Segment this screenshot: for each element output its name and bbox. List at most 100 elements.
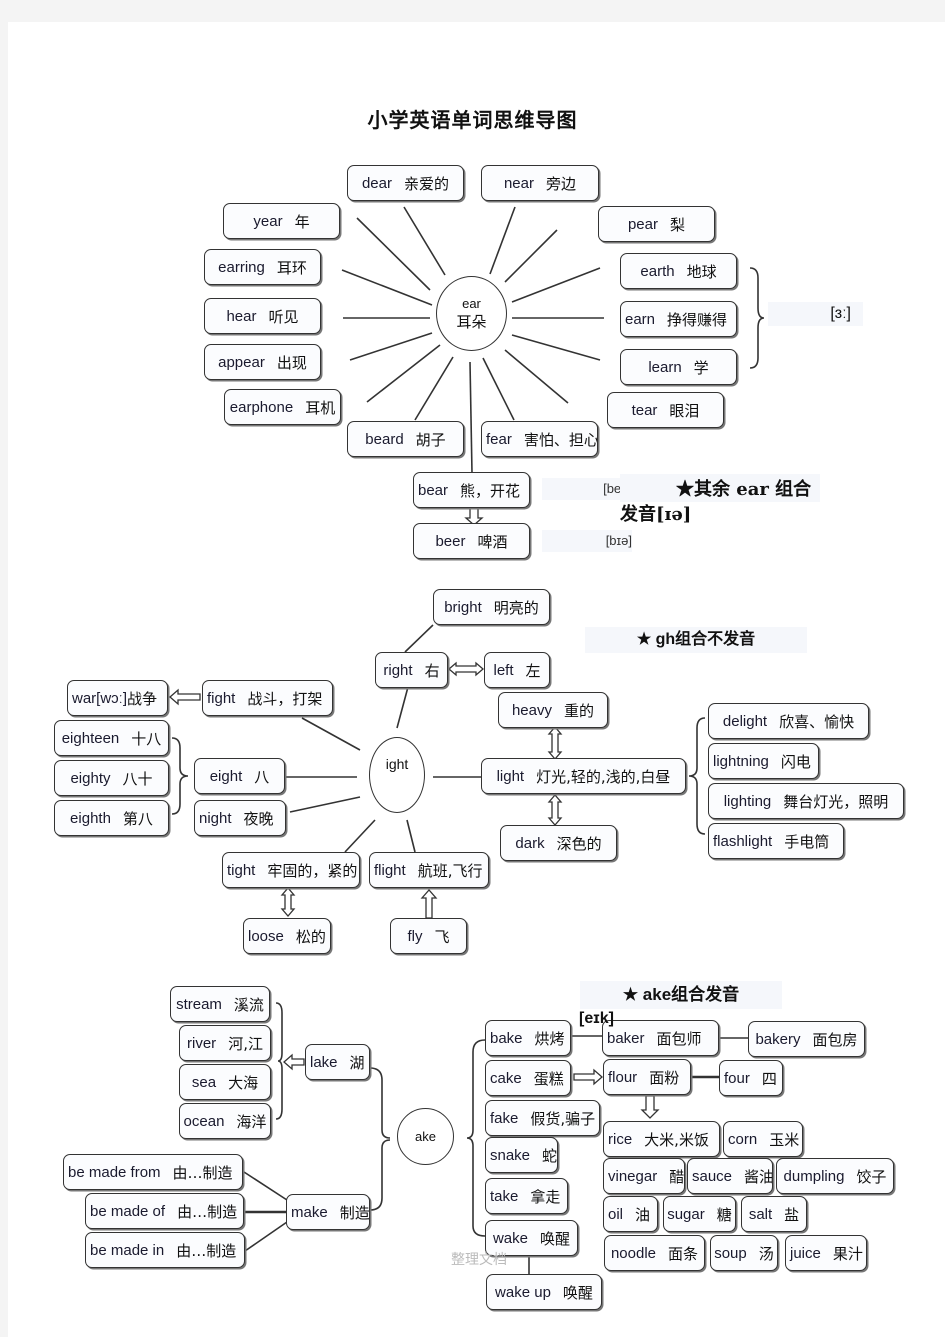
word-english: year [253, 212, 283, 230]
center-node-ake: ake [397, 1108, 454, 1165]
connector-line [504, 229, 558, 283]
word-node-earphone: earphone 耳机 [224, 389, 341, 425]
connector-line [356, 217, 431, 291]
word-node-stream: stream 溪流 [170, 986, 270, 1022]
word-chinese: 蛋糕 [533, 1069, 564, 1088]
word-english: juice [790, 1244, 821, 1262]
word-node-light: light 灯光,轻的,浅的,白昼 [481, 758, 686, 794]
word-english: right [383, 661, 413, 679]
phonetic-er: [ɜː] [830, 305, 851, 322]
word-node-earring: earring 耳环 [204, 249, 321, 285]
word-english: dear [361, 174, 392, 192]
word-chinese: 深色的 [556, 834, 602, 853]
phonetic-bear: [beə] [542, 478, 632, 500]
word-english: tear [631, 401, 658, 419]
word-chinese: 八十 [122, 769, 153, 788]
word-chinese: 醋 [669, 1167, 685, 1186]
arrow-right-icon [573, 1068, 603, 1086]
word-node-fly: fly 飞 [390, 918, 467, 954]
word-english: be made of [90, 1202, 166, 1220]
word-node-heavy: heavy 重的 [498, 692, 608, 728]
word-chinese: 唤醒 [562, 1283, 593, 1302]
word-node-dear: dear 亲爱的 [347, 165, 464, 201]
word-chinese: 航班,飞行 [417, 861, 483, 880]
word-node-lightning: lightning 闪电 [708, 743, 819, 779]
word-node-hear: hear 听见 [204, 298, 321, 334]
connector-line [289, 796, 361, 813]
word-node-eighteen: eighteen 十八 [54, 720, 169, 756]
word-chinese: 明亮的 [493, 598, 539, 617]
word-english: take [490, 1187, 519, 1205]
word-english: sauce [692, 1167, 733, 1185]
word-english: loose [248, 927, 284, 945]
connector-line [244, 1221, 288, 1252]
word-chinese: 左 [525, 661, 541, 680]
ight-rule-note: ★ gh组合不发音 [585, 627, 807, 653]
word-english: rice [608, 1130, 633, 1148]
word-node-make: make 制造 [286, 1194, 370, 1230]
word-english: eighth [70, 809, 111, 827]
word-english: make [291, 1203, 328, 1221]
word-chinese: 耳机 [305, 398, 336, 417]
word-chinese: 熊，开花 [460, 481, 521, 500]
word-node-flour: flour 面粉 [603, 1059, 691, 1095]
word-english: be made from [68, 1163, 161, 1181]
word-chinese: 梨 [670, 215, 686, 234]
word-node-eighty: eighty 八十 [54, 760, 169, 796]
word-node-noodle: noodle 面条 [604, 1235, 705, 1271]
brace [466, 1039, 486, 1237]
center-node-ear: ear 耳朵 [436, 276, 507, 351]
word-chinese: 听见 [268, 307, 299, 326]
word-english: fly [407, 927, 423, 945]
word-node-dumpling: dumpling 饺子 [776, 1158, 894, 1194]
word-english: snake [490, 1146, 531, 1164]
arrow-up-icon [420, 889, 438, 919]
connector-line [511, 334, 601, 361]
ear-rule-line1: ★其余 ear 组合 [676, 479, 812, 500]
word-english: dark [515, 834, 545, 852]
word-chinese: 面粉 [649, 1068, 680, 1087]
connector-line [504, 349, 569, 404]
word-chinese: 面包房 [812, 1030, 858, 1049]
word-chinese: 战争 [127, 689, 158, 708]
word-chinese: 溪流 [233, 995, 264, 1014]
word-node-soup: soup 汤 [710, 1235, 778, 1271]
double-arrow-icon [547, 794, 563, 826]
word-english: bright [444, 598, 482, 616]
word-chinese: 夜晚 [243, 809, 274, 828]
word-node-eight: eight 八 [194, 758, 285, 794]
brace [749, 267, 765, 369]
word-node-take: take 拿走 [485, 1178, 568, 1214]
arrow-down-icon [640, 1095, 660, 1119]
word-node-lighting: lighting 舞台灯光，照明 [708, 783, 904, 819]
phonetic-er-note: [ɜː] [768, 302, 863, 326]
word-node-rice: rice 大米,米饭 [603, 1121, 720, 1157]
watermark: 整理文档 [451, 1252, 507, 1268]
word-english: baker [607, 1029, 645, 1047]
word-english: heavy [511, 701, 552, 719]
word-node-be-made-from: be made from 由…制造 [63, 1154, 243, 1190]
connector-line [482, 357, 515, 421]
word-chinese: 玉米 [769, 1130, 800, 1149]
word-english: beer [435, 532, 466, 550]
ake-phonetic: [eɪk] [579, 1010, 614, 1027]
arrow-left-icon [169, 688, 201, 706]
word-chinese: 胡子 [415, 430, 446, 449]
word-chinese: 大海 [228, 1073, 259, 1092]
word-node-juice: juice 果汁 [785, 1235, 867, 1271]
word-english: beard [365, 430, 404, 448]
word-chinese: 牢固的，紧的 [267, 861, 358, 880]
word-english: stream [176, 995, 222, 1013]
word-english: appear [218, 353, 265, 371]
double-arrow-icon [547, 726, 563, 760]
word-english: cake [490, 1069, 522, 1087]
center-node-ight: ight [369, 737, 425, 813]
word-node-fight: fight 战斗，打架 [202, 680, 333, 716]
word-chinese: 油 [635, 1205, 651, 1224]
word-chinese: 年 [294, 212, 310, 231]
word-node-beard: beard 胡子 [347, 421, 464, 457]
brace [688, 717, 706, 835]
word-node-near: near 旁边 [481, 165, 599, 201]
word-chinese: 大米,米饭 [644, 1130, 709, 1149]
word-english: eighty [70, 769, 111, 787]
